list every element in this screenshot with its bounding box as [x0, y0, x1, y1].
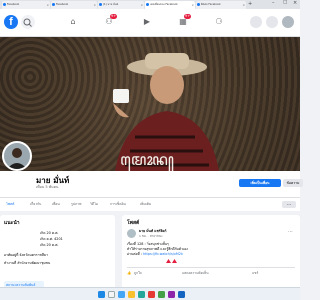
os-taskbar	[0, 287, 300, 300]
marketplace-icon[interactable]: ▦ 9+	[178, 14, 192, 27]
app-icon[interactable]	[168, 291, 175, 298]
warning-icon	[172, 259, 177, 263]
tab-label: Facebook	[56, 3, 69, 6]
file-explorer-icon[interactable]	[128, 291, 135, 298]
task-view-icon[interactable]	[118, 291, 125, 298]
edge-icon[interactable]	[138, 291, 145, 298]
messenger-icon[interactable]	[266, 16, 278, 28]
friends-badge: 9+	[110, 14, 118, 19]
new-tab-icon[interactable]: +	[248, 1, 252, 7]
tab-more[interactable]: เพิ่มเติม	[140, 202, 151, 207]
browser-tab-1[interactable]: Facebook ×	[2, 1, 50, 9]
post-link-label: อ่านต่อที่ :	[127, 252, 144, 256]
app-icon[interactable]	[178, 291, 185, 298]
groups-icon[interactable]: ⚆	[214, 17, 224, 27]
browser-tab-strip: Facebook × Facebook × (1) นาย มั่นท์ × เพจเ…	[0, 0, 300, 9]
facebook-logo-icon[interactable]: f	[4, 15, 18, 29]
tab-checkins[interactable]: การเช็คอิน	[110, 202, 126, 207]
tab-label: เพจเพื่อนของ Facebook	[150, 3, 178, 6]
favicon-icon	[52, 3, 55, 6]
intro-title: แนะนำ	[4, 220, 20, 226]
intro-line: เกิด 20 ค.ศ.	[40, 231, 59, 235]
maximize-icon[interactable]: □	[283, 0, 287, 5]
search-taskbar-icon[interactable]	[108, 291, 115, 298]
cover-photo[interactable]: ꦩꦺꦴꦤ꧀	[0, 37, 300, 171]
intro-line: อาศัยอยู่ที่ จังหวัดนครราชสีมา	[4, 253, 49, 257]
intro-line: เกิด 20 ค.ศ.	[40, 243, 59, 247]
tab-videos[interactable]: วิดีโอ	[90, 202, 98, 207]
profile-friend-count[interactable]: เพื่อน 5 พันคน	[36, 184, 58, 190]
warning-icon	[166, 259, 171, 263]
tab-friends[interactable]: เพื่อน	[52, 202, 60, 207]
post-time[interactable]: 1 ชม. · สาธารณะ	[139, 234, 163, 239]
browser-tab-2[interactable]: Facebook ×	[51, 1, 97, 9]
tab-photos[interactable]: รูปภาพ	[71, 202, 81, 207]
more-options-button[interactable]: ···	[282, 201, 296, 208]
message-button[interactable]: ข้อความ	[283, 179, 303, 187]
close-icon[interactable]: ×	[191, 1, 194, 9]
comment-button[interactable]: แสดงความคิดเห็น	[182, 271, 209, 276]
profile-avatar[interactable]	[2, 141, 32, 171]
search-icon[interactable]	[21, 15, 35, 29]
minimize-icon[interactable]: –	[272, 0, 275, 6]
marketplace-badge: 9+	[184, 14, 192, 19]
intro-line: เกิด ค.ศ. 4201	[40, 237, 63, 241]
intro-card: แนะนำ เกิด 20 ค.ศ. เกิด ค.ศ. 4201 เกิด 2…	[0, 215, 115, 293]
close-icon[interactable]: ×	[93, 1, 96, 9]
favicon-icon	[146, 3, 149, 6]
like-button[interactable]: ถูกใจ	[134, 271, 142, 276]
tab-label: Facebook	[7, 3, 20, 6]
browser-tab-4[interactable]: เพจเพื่อนของ Facebook ×	[145, 1, 195, 9]
favicon-icon	[3, 3, 6, 6]
menu-icon[interactable]	[250, 16, 262, 28]
tab-label: (1) นาย มั่นท์	[103, 3, 119, 6]
tab-label: ติดต่อ Facebook	[201, 3, 221, 6]
tab-posts[interactable]: โพสต์	[6, 202, 14, 207]
posts-card: โพสต์ มาย มั่นท์ แชร์ลิงก์ 1 ชม. · สาธาร…	[122, 215, 300, 293]
add-friend-button[interactable]: เพิ่มเป็นเพื่อน	[239, 179, 281, 187]
close-icon[interactable]: ×	[140, 1, 143, 9]
facebook-top-bar: f ⌂ ⚇ 9+ ▶ ▦ 9+ ⚆	[0, 9, 300, 37]
posts-title: โพสต์	[127, 220, 140, 226]
tab-about[interactable]: เกี่ยวกับ	[30, 202, 41, 207]
like-count-icon[interactable]: 👍	[127, 271, 131, 275]
close-window-icon[interactable]: ×	[293, 0, 297, 6]
post-options-icon[interactable]: ···	[288, 229, 293, 235]
watch-icon[interactable]: ▶	[142, 17, 152, 27]
close-icon[interactable]: ×	[46, 1, 49, 9]
favicon-icon	[99, 3, 102, 6]
post-author-avatar[interactable]	[127, 229, 136, 238]
friends-icon[interactable]: ⚇ 9+	[104, 14, 118, 27]
favicon-icon	[197, 3, 200, 6]
browser-tab-3[interactable]: (1) นาย มั่นท์ ×	[98, 1, 144, 9]
start-icon[interactable]	[98, 291, 105, 298]
share-button[interactable]: แชร์	[252, 271, 258, 276]
intro-line: ทำงานที่ สำนักงานพัฒนาชุมชน	[4, 261, 51, 265]
app-icon[interactable]	[148, 291, 155, 298]
close-icon[interactable]: ×	[242, 1, 245, 9]
browser-tab-5[interactable]: ติดต่อ Facebook ×	[196, 1, 246, 9]
cover-script-text: ꦩꦺꦴꦤ꧀	[120, 150, 174, 169]
home-icon[interactable]: ⌂	[68, 17, 78, 27]
chrome-icon[interactable]	[158, 291, 165, 298]
account-avatar[interactable]	[282, 16, 294, 28]
post-link[interactable]: https://fb.watch/s/xM2k	[143, 252, 183, 256]
profile-tabs: โพสต์ เกี่ยวกับ เพื่อน รูปภาพ วิดีโอ การ…	[0, 197, 300, 211]
divider	[127, 267, 295, 268]
